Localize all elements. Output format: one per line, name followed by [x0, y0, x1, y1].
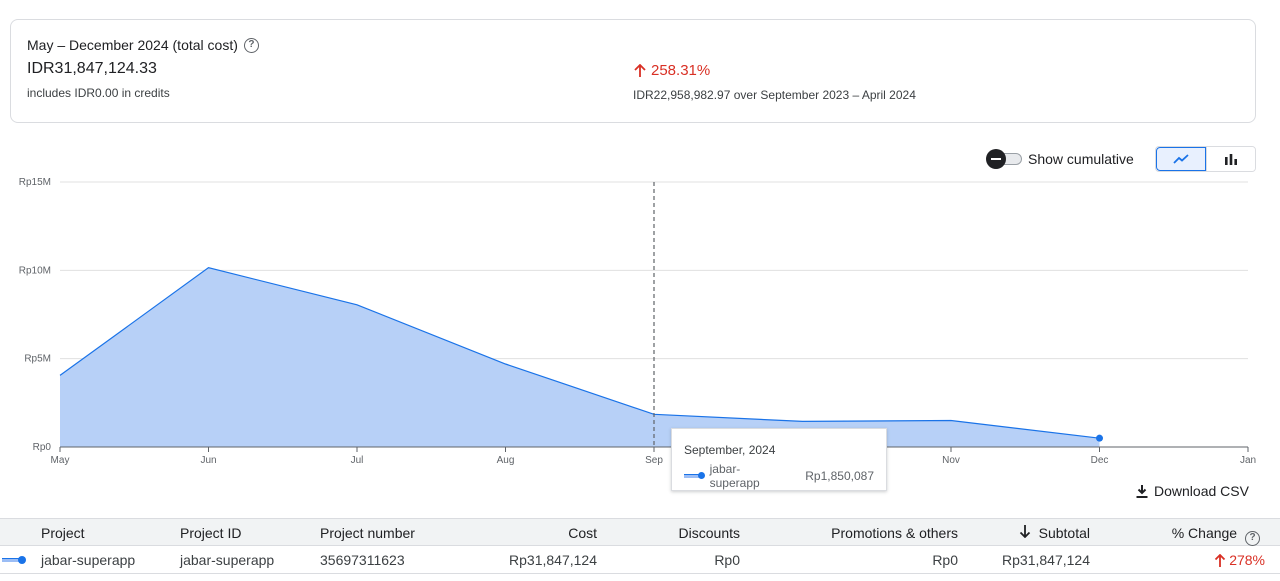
header-project[interactable]: Project	[41, 519, 85, 547]
x-tick-label: Jan	[1240, 455, 1256, 466]
summary-comparison: 258.31% IDR22,958,982.97 over September …	[633, 62, 916, 102]
x-tick-label: Nov	[942, 455, 960, 466]
cumulative-toggle[interactable]	[986, 149, 1022, 169]
row-project: jabar-superapp	[41, 552, 136, 568]
summary-change-percent: 258.31%	[651, 62, 711, 79]
summary-title-row: May – December 2024 (total cost) ?	[27, 37, 259, 53]
summary-left: May – December 2024 (total cost) ? IDR31…	[27, 37, 259, 100]
x-tick-label: Jul	[351, 455, 364, 466]
summary-total-amount: IDR31,847,124.33	[27, 60, 157, 77]
x-tick-label: Dec	[1091, 455, 1109, 466]
arrow-up-icon	[634, 63, 646, 77]
x-tick-label: Jun	[200, 455, 216, 466]
help-icon[interactable]: ?	[243, 37, 259, 53]
summary-compare-text: IDR22,958,982.97 over September 2023 – A…	[633, 88, 916, 102]
header-discounts[interactable]: Discounts	[620, 519, 740, 547]
bar-view-button[interactable]	[1206, 147, 1255, 171]
arrow-up-icon	[1215, 553, 1226, 567]
summary-title: May – December 2024 (total cost)	[27, 37, 238, 53]
header-project-number[interactable]: Project number	[320, 519, 415, 547]
toggle-knob	[986, 149, 1006, 169]
header-promotions[interactable]: Promotions & others	[790, 519, 958, 547]
summary-change: 258.31%	[633, 62, 916, 79]
row-discounts: Rp0	[714, 552, 740, 568]
y-tick-label: Rp5M	[24, 354, 51, 365]
header-cost[interactable]: Cost	[460, 519, 597, 547]
y-tick-label: Rp10M	[19, 265, 51, 276]
download-csv-label: Download CSV	[1154, 483, 1249, 499]
header-subtotal-cell[interactable]: Subtotal	[980, 519, 1090, 547]
cumulative-label: Show cumulative	[1028, 151, 1134, 167]
data-point	[1096, 434, 1103, 442]
row-change-cell: 278%	[1140, 546, 1265, 574]
header-change: % Change	[1171, 525, 1238, 541]
header-subtotal: Subtotal	[1038, 525, 1090, 541]
tooltip-project: jabar-superapp	[709, 462, 760, 490]
row-project-id: jabar-superapp	[180, 552, 275, 568]
table-row[interactable]: jabar-superapp jabar-superapp 3569731162…	[0, 546, 1280, 574]
series-swatch	[2, 555, 26, 565]
chart-view-switch	[1155, 146, 1256, 172]
x-tick-label: Sep	[645, 455, 663, 466]
chart-tooltip: September, 2024 jabar-superapp Rp1,850,0…	[671, 428, 887, 491]
x-tick-label: May	[51, 455, 70, 466]
line-view-button[interactable]	[1156, 147, 1206, 171]
row-project-number: 35697311623	[320, 552, 405, 568]
header-project-id[interactable]: Project ID	[180, 519, 241, 547]
row-cost: Rp31,847,124	[509, 552, 597, 568]
summary-credits: includes IDR0.00 in credits	[27, 86, 170, 100]
tooltip-row: jabar-superapp Rp1,850,087	[684, 462, 874, 490]
tooltip-date: September, 2024	[684, 443, 776, 457]
project-cost-table: Project Project ID Project number Cost D…	[0, 518, 1280, 574]
cost-chart: Rp0Rp5MRp10MRp15MMayJunJulAugSepOctNovDe…	[19, 177, 1256, 466]
download-csv-button[interactable]: Download CSV	[1136, 483, 1249, 499]
chart-controls: Show cumulative	[986, 146, 1134, 172]
help-icon[interactable]: ?	[1245, 530, 1260, 546]
header-change-cell[interactable]: % Change ?	[1140, 519, 1260, 547]
bar-chart-icon	[1225, 154, 1237, 165]
table-header: Project Project ID Project number Cost D…	[0, 518, 1280, 546]
row-promotions: Rp0	[932, 552, 958, 568]
download-icon	[1136, 484, 1148, 498]
series-swatch	[684, 471, 705, 481]
y-tick-label: Rp0	[33, 442, 52, 453]
row-subtotal: Rp31,847,124	[1002, 552, 1090, 568]
summary-card: May – December 2024 (total cost) ? IDR31…	[10, 19, 1256, 123]
sort-down-icon	[1019, 525, 1030, 538]
tooltip-value: Rp1,850,087	[805, 469, 874, 483]
line-chart-icon	[1173, 154, 1189, 164]
x-tick-label: Aug	[497, 455, 515, 466]
row-change: 278%	[1229, 552, 1265, 568]
y-tick-label: Rp15M	[19, 177, 51, 188]
